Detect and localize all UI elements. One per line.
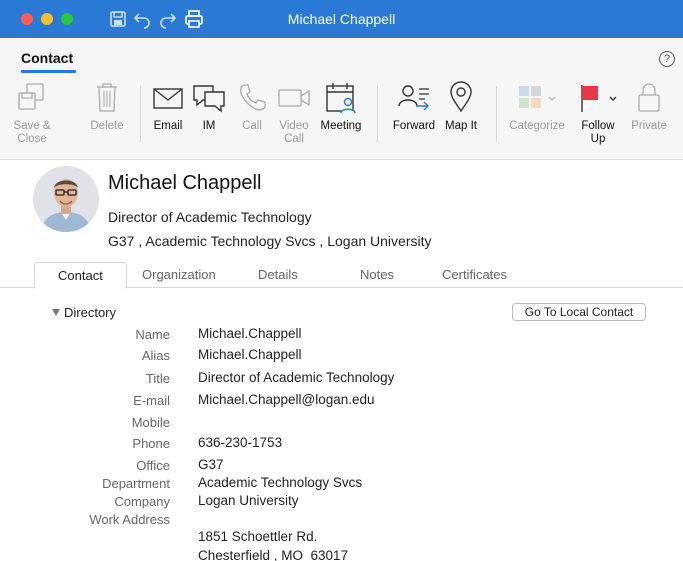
tab-certificates[interactable]: Certificates (442, 267, 507, 282)
ribbon-toolbar: Save & Close Delete Email IM Call Video … (0, 74, 683, 160)
red-flag-icon (581, 85, 617, 112)
phone-icon (239, 84, 266, 111)
separator: , (315, 233, 328, 249)
ribbon-tab-contact[interactable]: Contact (21, 50, 73, 66)
contact-department: Academic Technology Svcs (145, 233, 316, 249)
contact-location-line: G37 , Academic Technology Svcs , Logan U… (108, 233, 432, 249)
ribbon-tab-row: Contact ? (0, 38, 683, 74)
field-label-name: Name (135, 327, 170, 342)
map-it-label: Map It (445, 120, 477, 132)
forward-contact-icon (398, 85, 429, 111)
calendar-person-icon (326, 83, 356, 114)
envelope-icon (153, 88, 183, 109)
trash-icon (97, 83, 117, 112)
field-value-title: Director of Academic Technology (198, 370, 395, 385)
field-value-alias: Michael.Chappell (198, 347, 302, 362)
follow-up-label: Follow Up (581, 120, 615, 145)
categorize-button[interactable]: Categorize (505, 80, 569, 133)
avatar (33, 166, 99, 232)
tab-details[interactable]: Details (258, 267, 298, 282)
private-label: Private (631, 120, 667, 132)
field-label-phone: Phone (132, 436, 170, 451)
field-label-office: Office (136, 458, 170, 473)
title-bar: Michael Chappell (0, 0, 683, 38)
help-icon[interactable]: ? (659, 51, 675, 67)
field-label-title: Title (145, 371, 170, 386)
map-pin-icon (450, 81, 472, 113)
meeting-label: Meeting (320, 120, 362, 132)
field-value-name: Michael.Chappell (198, 326, 302, 341)
field-label-work-address: Work Address (89, 512, 170, 527)
address-city-line: Chesterfield , MO 63017 (198, 548, 349, 561)
tab-notes[interactable]: Notes (360, 267, 394, 282)
go-to-local-contact-button[interactable]: Go To Local Contact (512, 303, 646, 321)
window-title: Michael Chappell (287, 11, 396, 27)
call-button[interactable]: Call (235, 80, 269, 133)
save-close-label: Save & Close (13, 120, 51, 145)
directory-disclosure[interactable]: Directory (52, 305, 116, 320)
chat-bubbles-icon (193, 85, 225, 113)
forward-label: Forward (392, 120, 436, 132)
ribbon-tab-indicator (21, 70, 76, 73)
video-camera-icon (278, 89, 310, 107)
field-value-department: Academic Technology Svcs (198, 475, 363, 490)
follow-up-button[interactable]: Follow Up (574, 80, 622, 146)
directory-heading: Directory (64, 305, 117, 320)
delete-button[interactable]: Delete (84, 80, 130, 133)
video-call-button[interactable]: Video Call (274, 80, 314, 146)
field-value-company: Logan University (198, 493, 299, 508)
map-it-button[interactable]: Map It (441, 80, 481, 133)
tab-contact[interactable]: Contact (34, 262, 127, 289)
contact-job-title: Director of Academic Technology (108, 209, 312, 225)
disclosure-triangle-icon (52, 309, 60, 316)
field-label-department: Department (102, 476, 170, 491)
content-tab-bar: Contact Organization Details Notes Certi… (0, 262, 683, 289)
categorize-label: Categorize (509, 120, 565, 132)
im-label: IM (202, 120, 216, 132)
toolbar-divider (496, 86, 497, 142)
category-grid-icon (519, 86, 556, 108)
toolbar-divider (140, 86, 141, 142)
separator: , (134, 233, 146, 249)
forward-button[interactable]: Forward (388, 80, 440, 133)
im-button[interactable]: IM (191, 80, 227, 133)
contact-company: Logan University (327, 233, 432, 249)
contact-office: G37 (108, 233, 135, 249)
contact-photo (33, 166, 99, 232)
field-value-email[interactable]: Michael.Chappell@logan.edu (198, 392, 375, 407)
call-label: Call (242, 120, 262, 132)
lock-icon (638, 83, 660, 112)
tab-organization[interactable]: Organization (142, 267, 216, 282)
email-button[interactable]: Email (150, 80, 186, 133)
meeting-button[interactable]: Meeting (316, 80, 366, 133)
field-value-office: G37 (198, 457, 224, 472)
field-label-company: Company (114, 494, 170, 509)
save-close-button[interactable]: Save & Close (10, 80, 54, 146)
contact-name: Michael Chappell (108, 172, 262, 194)
video-call-label: Video Call (279, 120, 309, 145)
toolbar-divider (377, 86, 378, 142)
field-label-mobile: Mobile (131, 415, 170, 430)
address-street: 1851 Schoettler Rd. (198, 529, 318, 544)
private-button[interactable]: Private (627, 80, 671, 133)
email-label: Email (153, 120, 183, 132)
field-label-alias: Alias (141, 348, 170, 363)
field-value-phone[interactable]: 636-230-1753 (198, 435, 282, 450)
field-label-email: E-mail (133, 393, 170, 408)
delete-label: Delete (90, 120, 124, 132)
save-close-icon (18, 83, 44, 110)
